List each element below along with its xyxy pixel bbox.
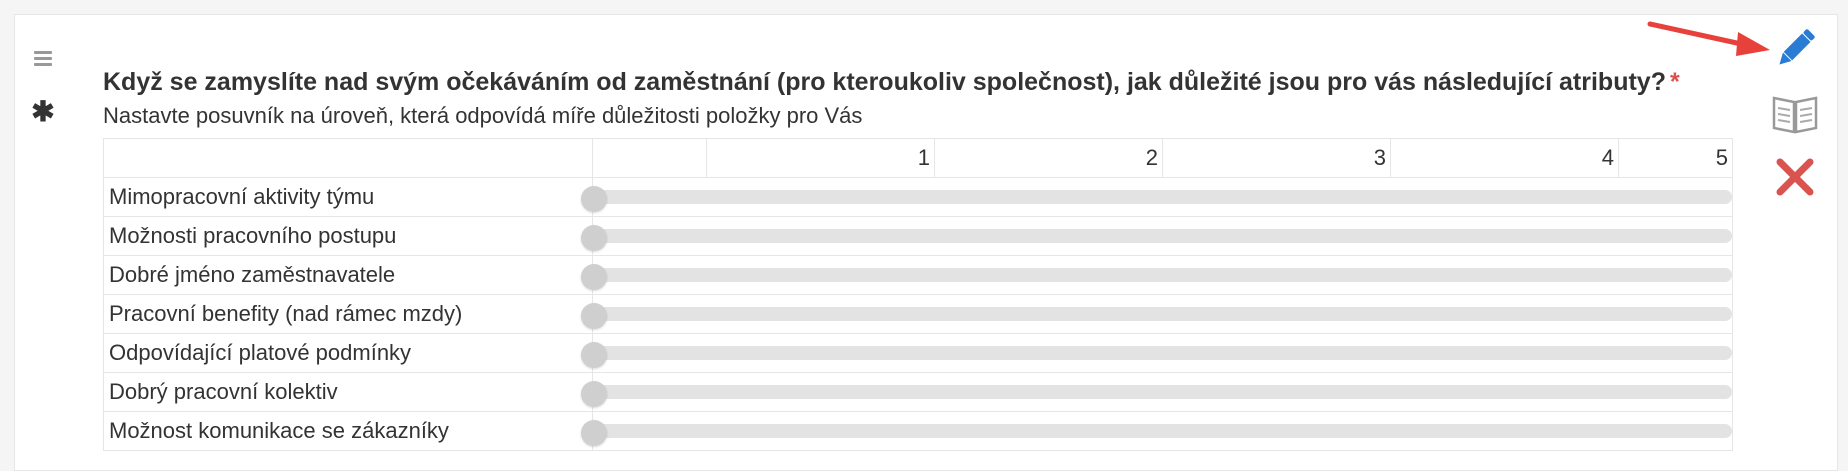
scale-label-5: 5 — [1618, 138, 1733, 178]
slider-handle[interactable] — [581, 264, 607, 290]
slider-row: Pracovní benefity (nad rámec mzdy) — [103, 294, 1733, 334]
slider-handle[interactable] — [581, 381, 607, 407]
slider-cell — [581, 411, 1733, 451]
item-label: Možnost komunikace se zákazníky — [103, 411, 593, 451]
slider-row: Dobrý pracovní kolektiv — [103, 372, 1733, 412]
close-icon[interactable] — [1770, 152, 1820, 202]
asterisk-icon: ✱ — [31, 96, 55, 127]
slider-cell — [581, 333, 1733, 373]
slider-handle[interactable] — [581, 303, 607, 329]
slider-row: Odpovídající platové podmínky — [103, 333, 1733, 373]
header-spacer — [592, 138, 707, 178]
header-empty — [103, 138, 593, 178]
slider-track[interactable] — [583, 424, 1732, 438]
red-arrow-icon — [1647, 21, 1770, 56]
slider-row: Možnost komunikace se zákazníky — [103, 411, 1733, 451]
slider-track[interactable] — [583, 268, 1732, 282]
slider-row: Mimopracovní aktivity týmu — [103, 177, 1733, 217]
slider-track[interactable] — [583, 307, 1732, 321]
item-label: Pracovní benefity (nad rámec mzdy) — [103, 294, 593, 334]
slider-cell — [581, 294, 1733, 334]
scale-label-3: 3 — [1162, 138, 1391, 178]
slider-handle[interactable] — [581, 342, 607, 368]
item-label: Odpovídající platové podmínky — [103, 333, 593, 373]
item-label: Dobré jméno zaměstnavatele — [103, 255, 593, 295]
slider-cell — [581, 177, 1733, 217]
slider-handle[interactable] — [581, 225, 607, 251]
slider-track[interactable] — [583, 190, 1732, 204]
slider-track[interactable] — [583, 229, 1732, 243]
slider-cell — [581, 216, 1733, 256]
scale-label-2: 2 — [934, 138, 1163, 178]
slider-cell — [581, 255, 1733, 295]
slider-handle[interactable] — [581, 420, 607, 446]
required-mark: * — [1669, 68, 1680, 96]
book-icon[interactable] — [1770, 88, 1820, 138]
slider-track[interactable] — [583, 346, 1732, 360]
item-label: Možnosti pracovního postupu — [103, 216, 593, 256]
question-title: Když se zamyslíte nad svým očekáváním od… — [103, 68, 1680, 97]
pencil-icon[interactable] — [1770, 24, 1820, 74]
question-help-text: Nastavte posuvník na úroveň, která odpov… — [103, 103, 863, 128]
slider-cell — [581, 372, 1733, 412]
slider-row: Možnosti pracovního postupu — [103, 216, 1733, 256]
item-label: Dobrý pracovní kolektiv — [103, 372, 593, 412]
slider-row: Dobré jméno zaměstnavatele — [103, 255, 1733, 295]
slider-handle[interactable] — [581, 186, 607, 212]
right-toolbar — [1770, 24, 1820, 216]
scale-header-row: 1 2 3 4 5 — [103, 138, 1733, 178]
slider-grid: 1 2 3 4 5 Mimopracovní aktivity týmu Možn… — [103, 138, 1733, 451]
scale-label-1: 1 — [706, 138, 935, 178]
scale-label-4: 4 — [1390, 138, 1619, 178]
question-text: Když se zamyslíte nad svým očekáváním od… — [103, 68, 1666, 96]
left-toolbar: ✱ — [30, 48, 56, 126]
item-label: Mimopracovní aktivity týmu — [103, 177, 593, 217]
slider-track[interactable] — [583, 385, 1732, 399]
hamburger-icon[interactable] — [34, 51, 52, 66]
